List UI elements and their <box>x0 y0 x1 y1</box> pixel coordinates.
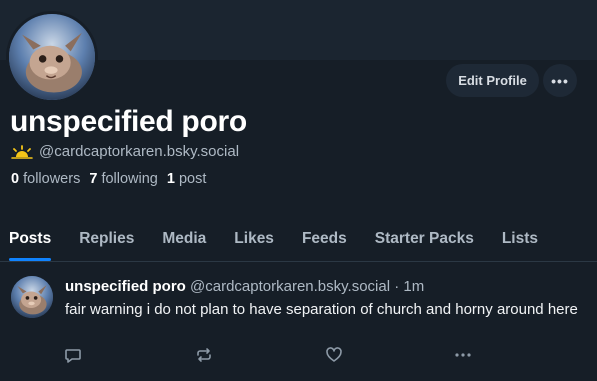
more-icon <box>455 353 471 357</box>
avatar-image <box>11 276 53 318</box>
tab-starter-packs[interactable]: Starter Packs <box>375 226 474 261</box>
post-text: fair warning i do not plan to have separ… <box>65 301 578 318</box>
avatar-image <box>9 14 95 100</box>
repost-button[interactable] <box>195 346 213 364</box>
posts-stat: 1 post <box>167 171 207 187</box>
following-label: following <box>101 171 158 187</box>
sun-icon <box>11 144 33 159</box>
post-author-avatar[interactable] <box>11 276 53 318</box>
profile-stats: 0 followers 7 following 1 post <box>11 171 206 187</box>
followers-label: followers <box>23 171 81 187</box>
following-stat[interactable]: 7 following <box>89 171 158 187</box>
post-actions <box>0 346 597 366</box>
posts-label: post <box>178 171 207 187</box>
ellipsis-icon: ••• <box>551 72 569 89</box>
post-more-button[interactable] <box>454 346 472 364</box>
profile-more-button[interactable]: ••• <box>543 64 577 97</box>
profile-display-name: unspecified poro <box>10 105 247 138</box>
post-timestamp[interactable]: · 1m <box>394 278 424 295</box>
tab-replies[interactable]: Replies <box>79 226 134 261</box>
tab-posts[interactable]: Posts <box>9 226 52 261</box>
tab-lists[interactable]: Lists <box>502 226 538 261</box>
followers-count: 0 <box>11 171 20 187</box>
post-author-name[interactable]: unspecified poro <box>65 278 186 295</box>
like-button[interactable] <box>325 346 343 364</box>
tab-feeds[interactable]: Feeds <box>302 226 347 261</box>
following-count: 7 <box>89 171 98 187</box>
post-header: unspecified poro @cardcaptorkaren.bsky.s… <box>65 278 424 295</box>
profile-tabs: Posts Replies Media Likes Feeds Starter … <box>0 226 597 262</box>
reply-button[interactable] <box>64 346 82 364</box>
followers-stat[interactable]: 0 followers <box>11 171 80 187</box>
profile-avatar[interactable] <box>6 11 98 103</box>
post-author-handle[interactable]: @cardcaptorkaren.bsky.social <box>190 278 390 295</box>
tab-likes[interactable]: Likes <box>234 226 274 261</box>
like-icon <box>326 347 342 362</box>
edit-profile-button[interactable]: Edit Profile <box>446 64 539 97</box>
posts-count: 1 <box>166 171 175 187</box>
profile-handle: @cardcaptorkaren.bsky.social <box>39 143 240 160</box>
repost-icon <box>197 348 211 362</box>
feed-post[interactable]: unspecified poro @cardcaptorkaren.bsky.s… <box>0 263 597 381</box>
reply-icon <box>65 349 81 363</box>
tab-media[interactable]: Media <box>162 226 206 261</box>
profile-handle-row: @cardcaptorkaren.bsky.social <box>11 143 239 160</box>
